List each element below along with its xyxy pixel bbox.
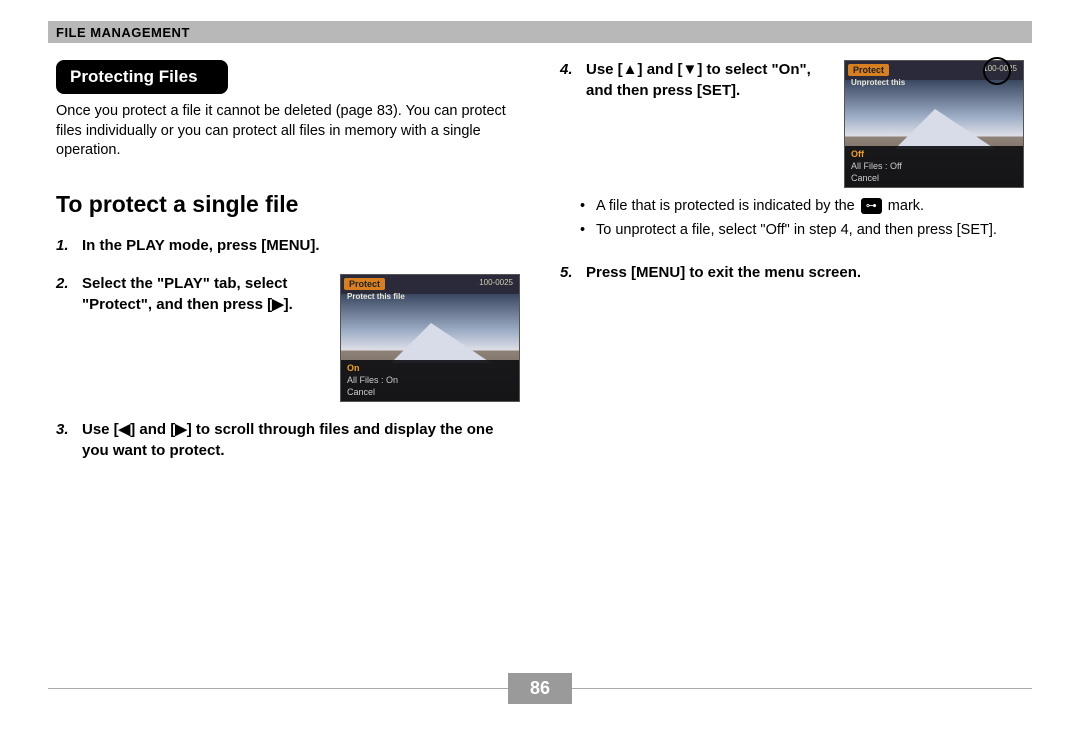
step-number: 1. (56, 236, 82, 257)
step-5: 5. Press [MENU] to exit the menu screen. (560, 263, 1024, 284)
thumb-tab: Protect (344, 278, 385, 290)
page-number: 86 (508, 673, 572, 704)
thumb-subtitle: Unprotect this (851, 78, 905, 87)
thumb-menu-line: Cancel (851, 172, 1017, 184)
intro-paragraph: Once you protect a file it cannot be del… (56, 102, 511, 161)
thumb-menu: On All Files : On Cancel (341, 360, 519, 401)
thumb-menu: Off All Files : Off Cancel (845, 146, 1023, 187)
page-footer: 86 (48, 672, 1032, 704)
callout-circle (983, 57, 1011, 85)
step-4-notes: A file that is protected is indicated by… (560, 196, 1024, 241)
procedure-title: To protect a single file (56, 191, 520, 218)
thumb-menu-line: Off (851, 148, 1017, 160)
topic-heading: Protecting Files (56, 60, 228, 94)
thumb-graphic (391, 323, 491, 363)
thumb-tab: Protect (848, 64, 889, 76)
camera-screenshot-2: Protect 100-0025 Unprotect this Off All … (844, 60, 1024, 188)
thumb-subtitle: Protect this file (347, 292, 405, 301)
note-item: A file that is protected is indicated by… (584, 196, 1024, 216)
left-column: Protecting Files Once you protect a file… (56, 60, 520, 650)
thumb-menu-line: On (347, 362, 513, 374)
step-text: Select the "PLAY" tab, select "Protect",… (82, 275, 293, 313)
step-text: Use [◀] and [▶] to scroll through files … (82, 421, 493, 459)
step-number: 3. (56, 420, 82, 461)
right-column: 4. Use [▲] and [▼] to select "On", and t… (560, 60, 1024, 650)
step-text: Use [▲] and [▼] to select "On", and then… (586, 61, 811, 99)
step-2: 2. Select the "PLAY" tab, select "Protec… (56, 274, 520, 402)
step-3: 3. Use [◀] and [▶] to scroll through fil… (56, 420, 520, 461)
content-area: Protecting Files Once you protect a file… (56, 60, 1024, 650)
step-number: 5. (560, 263, 586, 284)
key-icon: ⊶ (861, 198, 882, 214)
note-text-b: mark. (888, 198, 924, 214)
step-1: 1. In the PLAY mode, press [MENU]. (56, 236, 520, 257)
camera-screenshot-1: Protect 100-0025 Protect this file On Al… (340, 274, 520, 402)
note-text-a: A file that is protected is indicated by… (596, 198, 855, 214)
step-number: 2. (56, 274, 82, 315)
step-4: 4. Use [▲] and [▼] to select "On", and t… (560, 60, 1024, 188)
thumb-menu-line: Cancel (347, 386, 513, 398)
thumb-graphic (895, 109, 995, 149)
step-number: 4. (560, 60, 586, 101)
step-text: Press [MENU] to exit the menu screen. (586, 264, 861, 281)
step-text: In the PLAY mode, press [MENU]. (82, 237, 320, 254)
thumb-menu-line: All Files : On (347, 374, 513, 386)
thumb-menu-line: All Files : Off (851, 160, 1017, 172)
section-header-bar: File Management (48, 21, 1032, 43)
note-item: To unprotect a file, select "Off" in ste… (584, 220, 1024, 240)
thumb-file-number: 100-0025 (479, 278, 513, 287)
section-header-title: File Management (56, 25, 190, 40)
